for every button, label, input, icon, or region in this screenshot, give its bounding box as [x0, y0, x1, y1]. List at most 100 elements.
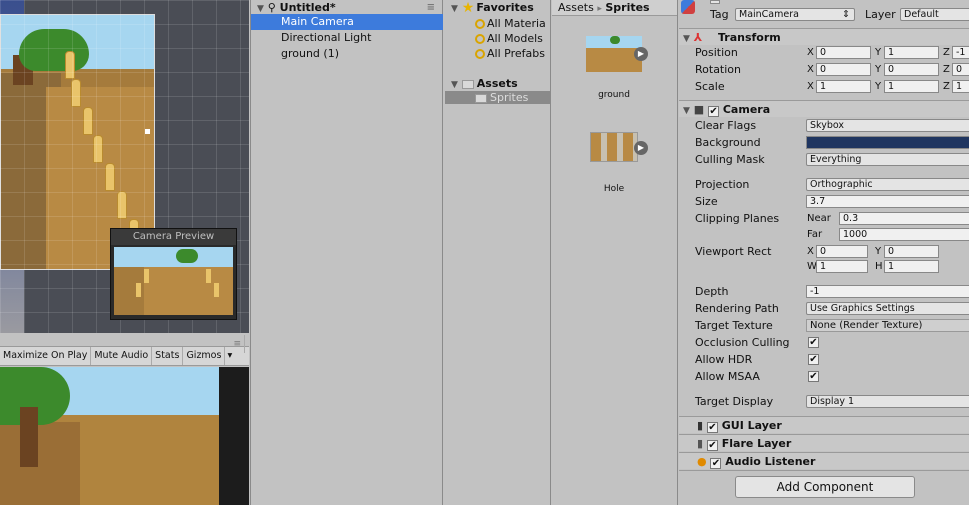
hierarchy-item-directional-light[interactable]: Directional Light	[251, 30, 443, 46]
frustum-handle[interactable]	[145, 129, 150, 134]
position-z-field[interactable]: -1	[952, 46, 969, 59]
active-checkbox[interactable]	[710, 0, 720, 4]
gui-layer-header[interactable]: ▮ ✔ GUI Layer	[679, 416, 969, 433]
thumb-hole	[590, 132, 638, 162]
audio-listener-checkbox[interactable]: ✔	[710, 458, 722, 469]
tag-value: MainCamera	[739, 9, 799, 20]
breadcrumb-sprites[interactable]: Sprites	[605, 1, 649, 14]
axis-y-label: Y	[875, 246, 882, 257]
play-icon[interactable]: ▶	[634, 47, 648, 61]
gui-layer-checkbox[interactable]: ✔	[706, 422, 718, 433]
size-label: Size	[695, 195, 718, 208]
favorite-label: All Prefabs	[487, 47, 545, 60]
near-field[interactable]: 0.3	[839, 212, 969, 225]
game-view[interactable]	[0, 367, 219, 505]
occlusion-culling-checkbox[interactable]: ✔	[808, 337, 819, 348]
position-label: Position	[695, 46, 738, 59]
foldout-arrow-icon[interactable]: ▼	[257, 4, 264, 14]
thumb-tree	[610, 36, 620, 44]
position-x-field[interactable]: 0	[816, 46, 871, 59]
game-ground-left	[0, 422, 80, 505]
depth-label: Depth	[695, 285, 729, 298]
far-field[interactable]: 1000	[839, 228, 969, 241]
flare-layer-icon: ▮	[697, 437, 704, 450]
camera-enabled-checkbox[interactable]: ✔	[708, 106, 720, 117]
axis-z-label: Z	[943, 64, 950, 75]
asset-label: ground	[598, 90, 630, 100]
allow-hdr-checkbox[interactable]: ✔	[808, 354, 819, 365]
favorite-all-prefabs[interactable]: All Prefabs	[475, 47, 545, 60]
add-component-button[interactable]: Add Component	[735, 476, 915, 498]
sprites-folder[interactable]: Sprites	[445, 91, 550, 104]
target-texture-field[interactable]: None (Render Texture)	[806, 319, 969, 332]
transform-header[interactable]: ▼ ⅄ Transform	[679, 28, 969, 45]
axis-h-label: H	[875, 261, 883, 272]
gui-layer-icon: ▮	[697, 419, 704, 432]
gizmos-dropdown[interactable]: Gizmos	[183, 347, 226, 365]
flare-layer-checkbox[interactable]: ✔	[706, 440, 718, 451]
scale-z-field[interactable]: 1	[952, 80, 969, 93]
star-icon: ★	[461, 1, 475, 14]
rotation-y-field[interactable]: 0	[884, 63, 939, 76]
rotation-z-field[interactable]: 0	[952, 63, 969, 76]
assets-folder[interactable]: ▼ Assets	[451, 77, 518, 90]
foldout-arrow-icon[interactable]: ▼	[683, 34, 690, 44]
search-icon	[475, 49, 485, 59]
projection-dropdown[interactable]: Orthographic	[806, 178, 969, 191]
scale-y-field[interactable]: 1	[884, 80, 939, 93]
tag-dropdown[interactable]: MainCamera ⇕	[735, 8, 855, 21]
viewport-x-field[interactable]: 0	[816, 245, 868, 258]
favorite-label: All Materia	[487, 17, 546, 30]
foldout-arrow-icon[interactable]: ▼	[451, 4, 458, 14]
maximize-on-play-toggle[interactable]: Maximize On Play	[0, 347, 92, 365]
flare-layer-header[interactable]: ▮ ✔ Flare Layer	[679, 434, 969, 451]
scale-x-field[interactable]: 1	[816, 80, 871, 93]
favorite-all-materials[interactable]: All Materia	[475, 17, 546, 30]
hierarchy-item-ground[interactable]: ground (1)	[251, 46, 443, 62]
favorites-label: Favorites	[476, 1, 534, 14]
audio-listener-icon: ●	[697, 455, 707, 468]
rotation-x-field[interactable]: 0	[816, 63, 871, 76]
rotation-label: Rotation	[695, 63, 742, 76]
culling-mask-dropdown[interactable]: Everything	[806, 153, 969, 166]
viewport-w-field[interactable]: 1	[816, 260, 868, 273]
gameobject-icon	[681, 0, 695, 14]
foldout-arrow-icon[interactable]: ▼	[683, 106, 690, 116]
axis-z-label: Z	[943, 47, 950, 58]
foldout-arrow-icon[interactable]: ▼	[451, 80, 458, 90]
position-y-field[interactable]: 1	[884, 46, 939, 59]
depth-field[interactable]: -1	[806, 285, 969, 298]
asset-hole[interactable]: ▶ Hole	[564, 128, 664, 194]
camera-header[interactable]: ▼ ■ ✔ Camera	[679, 100, 969, 117]
mute-audio-toggle[interactable]: Mute Audio	[91, 347, 153, 365]
breadcrumb-assets[interactable]: Assets	[558, 1, 594, 14]
scale-label: Scale	[695, 80, 725, 93]
clear-flags-dropdown[interactable]: Skybox	[806, 119, 969, 132]
layer-label: Layer	[865, 8, 896, 21]
panel-menu-icon[interactable]: ≡	[230, 335, 245, 353]
hierarchy-item-main-camera[interactable]: Main Camera	[251, 14, 443, 30]
allow-msaa-checkbox[interactable]: ✔	[808, 371, 819, 382]
favorite-all-models[interactable]: All Models	[475, 32, 543, 45]
breadcrumb: Assets ▸ Sprites	[552, 0, 677, 16]
background-color-swatch[interactable]	[806, 136, 969, 149]
axis-z-label: Z	[943, 81, 950, 92]
preview-tree	[176, 249, 198, 263]
clear-flags-label: Clear Flags	[695, 119, 757, 132]
layer-value: Default	[904, 9, 939, 20]
game-view-letterbox	[219, 367, 249, 505]
target-display-dropdown[interactable]: Display 1	[806, 395, 969, 408]
size-field[interactable]: 3.7	[806, 195, 969, 208]
projection-label: Projection	[695, 178, 750, 191]
scene-view[interactable]: Camera Preview	[0, 0, 249, 333]
stats-toggle[interactable]: Stats	[152, 347, 184, 365]
rendering-path-dropdown[interactable]: Use Graphics Settings	[806, 302, 969, 315]
play-icon[interactable]: ▶	[634, 141, 648, 155]
target-texture-label: Target Texture	[695, 319, 773, 332]
layer-dropdown[interactable]: Default	[900, 8, 969, 21]
favorites-section[interactable]: ▼ ★ Favorites	[451, 1, 534, 14]
viewport-h-field[interactable]: 1	[884, 260, 939, 273]
audio-listener-header[interactable]: ● ✔ Audio Listener	[679, 452, 969, 469]
asset-ground[interactable]: ▶ ground	[564, 34, 664, 100]
viewport-y-field[interactable]: 0	[884, 245, 939, 258]
